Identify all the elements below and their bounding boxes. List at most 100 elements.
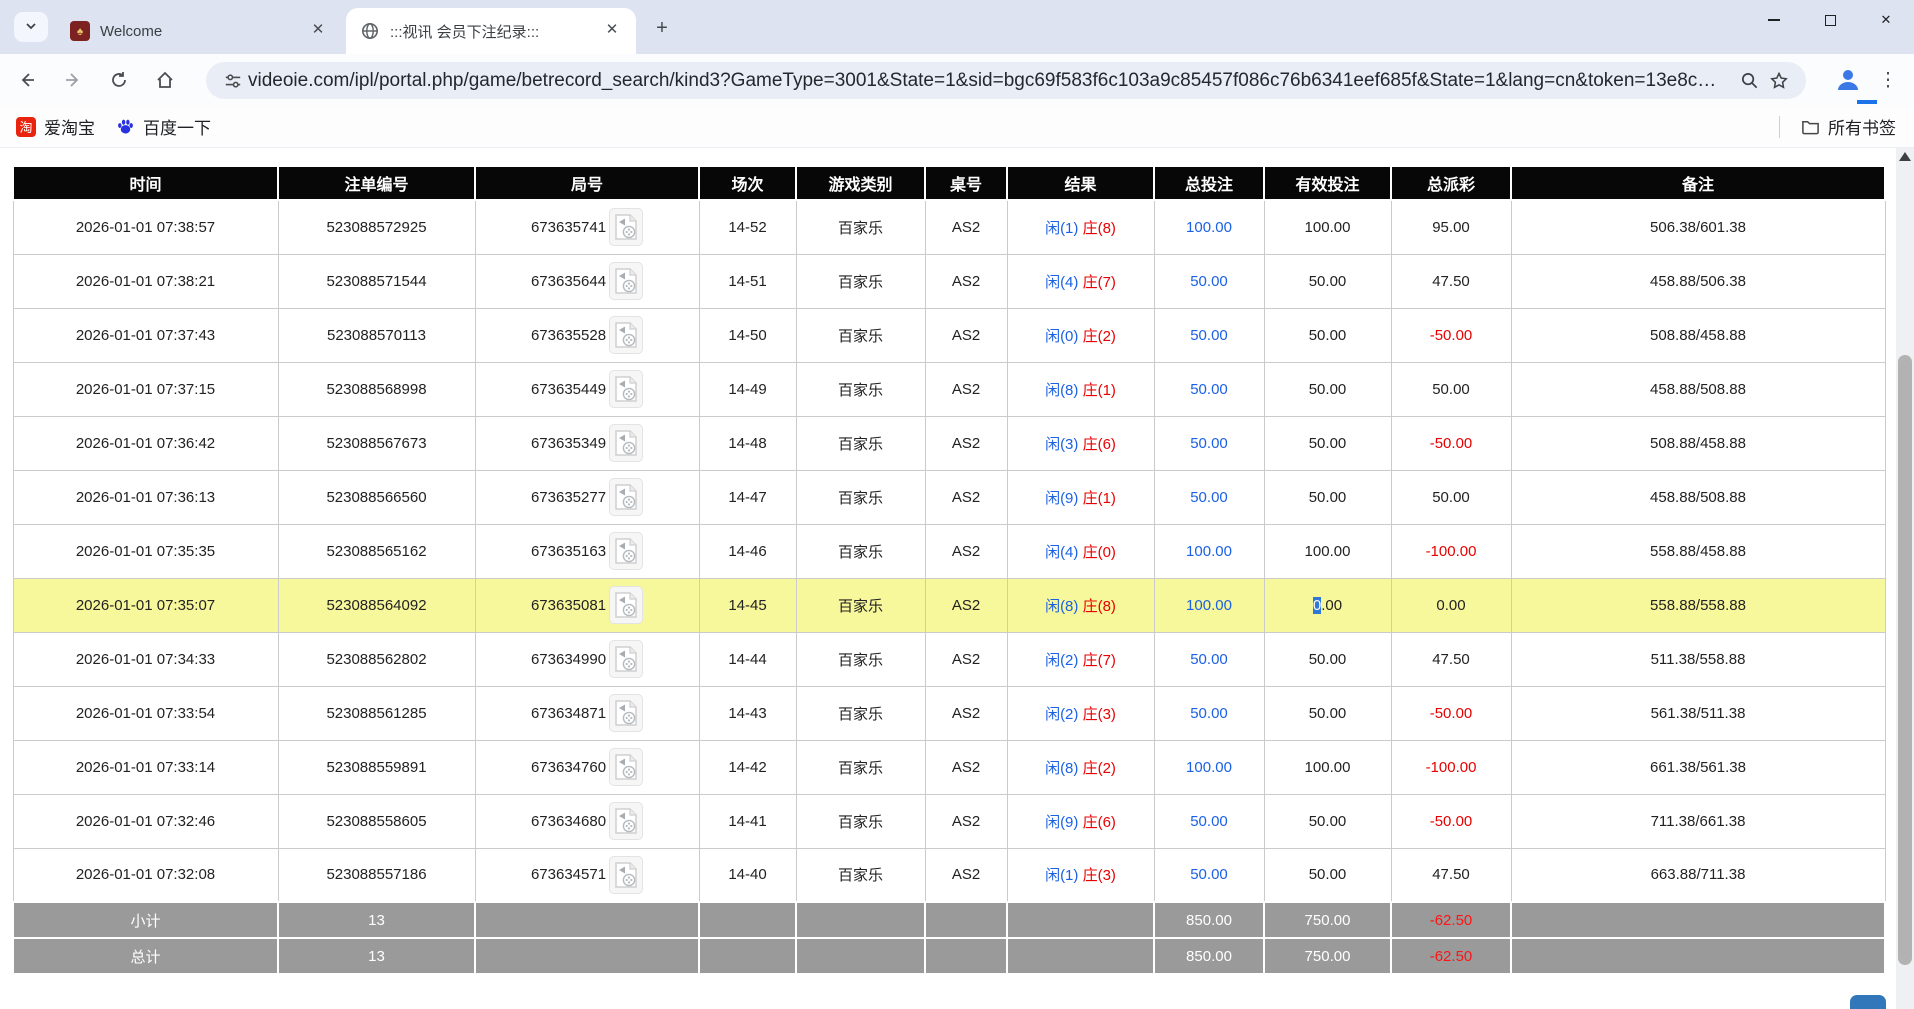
result-banker: 庄(7)	[1078, 274, 1116, 291]
bookmarks-bar: 淘 爱淘宝 百度一下 所有书签	[0, 106, 1914, 148]
cell-game-type: 百家乐	[796, 686, 925, 740]
bet-row[interactable]: 2026-01-01 07:38:21523088571544673635644…	[13, 254, 1885, 308]
video-replay-button[interactable]	[609, 370, 643, 408]
bet-row[interactable]: 2026-01-01 07:35:07523088564092673635081…	[13, 578, 1885, 632]
result-player: 闲(4)	[1045, 274, 1078, 291]
bet-row[interactable]: 2026-01-01 07:37:43523088570113673635528…	[13, 308, 1885, 362]
cell-time: 2026-01-01 07:36:42	[13, 416, 278, 470]
scroll-up-arrow-icon[interactable]	[1899, 152, 1911, 161]
bet-row[interactable]: 2026-01-01 07:33:14523088559891673634760…	[13, 740, 1885, 794]
cell-result: 闲(8) 庄(8)	[1007, 578, 1154, 632]
cell-table-no: AS2	[925, 200, 1007, 254]
cell-time: 2026-01-01 07:32:46	[13, 794, 278, 848]
close-icon[interactable]: ✕	[602, 21, 622, 41]
cell-time: 2026-01-01 07:36:13	[13, 470, 278, 524]
minimize-button[interactable]	[1746, 0, 1802, 40]
forward-button[interactable]	[54, 61, 92, 99]
cell-payout: -50.00	[1391, 794, 1511, 848]
bet-row[interactable]: 2026-01-01 07:34:33523088562802673634990…	[13, 632, 1885, 686]
reload-button[interactable]	[100, 61, 138, 99]
bet-row[interactable]: 2026-01-01 07:36:42523088567673673635349…	[13, 416, 1885, 470]
tab-welcome[interactable]: ♠ Welcome ✕	[56, 8, 342, 54]
video-replay-button[interactable]	[609, 802, 643, 840]
cell-payout: 0.00	[1391, 578, 1511, 632]
round-number: 673635277	[531, 489, 606, 506]
video-replay-button[interactable]	[609, 424, 643, 462]
new-tab-button[interactable]: +	[648, 14, 676, 42]
bet-row[interactable]: 2026-01-01 07:37:15523088568998673635449…	[13, 362, 1885, 416]
cell-session: 14-43	[699, 686, 796, 740]
scrollbar-thumb[interactable]	[1898, 355, 1912, 965]
video-replay-button[interactable]	[609, 586, 643, 624]
all-bookmarks-button[interactable]: 所有书签	[1790, 110, 1906, 143]
bet-row[interactable]: 2026-01-01 07:35:35523088565162673635163…	[13, 524, 1885, 578]
cell-session: 14-48	[699, 416, 796, 470]
cell-bet-id: 523088568998	[278, 362, 475, 416]
tab-bet-records[interactable]: :::视讯 会员下注纪录::: ✕	[346, 8, 636, 54]
divider	[1779, 116, 1780, 138]
cell-result: 闲(9) 庄(1)	[1007, 470, 1154, 524]
bet-row[interactable]: 2026-01-01 07:33:54523088561285673634871…	[13, 686, 1885, 740]
video-replay-button[interactable]	[609, 532, 643, 570]
back-to-top-button[interactable]	[1850, 995, 1886, 1009]
bet-row[interactable]: 2026-01-01 07:36:13523088566560673635277…	[13, 470, 1885, 524]
back-button[interactable]	[8, 61, 46, 99]
tab-title: :::视讯 会员下注纪录:::	[390, 21, 592, 42]
maximize-button[interactable]	[1802, 0, 1858, 40]
bookmark-taobao[interactable]: 淘 爱淘宝	[6, 110, 105, 143]
browser-menu-icon[interactable]: ⋮	[1872, 64, 1904, 96]
bet-row[interactable]: 2026-01-01 07:32:46523088558605673634680…	[13, 794, 1885, 848]
close-icon[interactable]: ✕	[308, 21, 328, 41]
cell-game-type: 百家乐	[796, 794, 925, 848]
bet-row[interactable]: 2026-01-01 07:38:57523088572925673635741…	[13, 200, 1885, 254]
result-banker: 庄(3)	[1078, 706, 1116, 723]
url-text[interactable]: videoie.com/ipl/portal.php/game/betrecor…	[248, 70, 1734, 92]
video-replay-button[interactable]	[609, 856, 643, 894]
totals-payout: -62.50	[1391, 938, 1511, 974]
round-number: 673634571	[531, 866, 606, 883]
video-replay-icon	[614, 483, 638, 511]
totals-empty	[475, 902, 699, 938]
video-replay-button[interactable]	[609, 694, 643, 732]
vertical-scrollbar[interactable]	[1896, 148, 1914, 1009]
selected-text: 0	[1313, 597, 1321, 614]
cell-total-bet: 50.00	[1154, 686, 1264, 740]
cell-time: 2026-01-01 07:34:33	[13, 632, 278, 686]
video-replay-button[interactable]	[609, 208, 643, 246]
cell-payout: 47.50	[1391, 848, 1511, 902]
url-bar[interactable]: videoie.com/ipl/portal.php/game/betrecor…	[206, 62, 1806, 99]
browser-toolbar: videoie.com/ipl/portal.php/game/betrecor…	[0, 54, 1914, 106]
video-replay-icon	[614, 429, 638, 457]
cell-session: 14-42	[699, 740, 796, 794]
result-player: 闲(2)	[1045, 652, 1078, 669]
video-replay-button[interactable]	[609, 262, 643, 300]
profile-avatar[interactable]	[1832, 64, 1864, 96]
cell-bet-id: 523088567673	[278, 416, 475, 470]
totals-empty	[796, 902, 925, 938]
bet-row[interactable]: 2026-01-01 07:32:08523088557186673634571…	[13, 848, 1885, 902]
video-replay-button[interactable]	[609, 478, 643, 516]
bookmark-baidu[interactable]: 百度一下	[105, 110, 221, 143]
cell-round-id: 673635081	[475, 578, 699, 632]
result-player: 闲(4)	[1045, 544, 1078, 561]
result-banker: 庄(2)	[1078, 760, 1116, 777]
tab-search-button[interactable]	[14, 12, 48, 42]
home-button[interactable]	[146, 61, 184, 99]
video-replay-icon	[614, 591, 638, 619]
site-settings-icon[interactable]	[218, 66, 248, 96]
zoom-icon[interactable]	[1734, 66, 1764, 96]
video-replay-button[interactable]	[609, 316, 643, 354]
result-player: 闲(9)	[1045, 490, 1078, 507]
cell-bet-id: 523088572925	[278, 200, 475, 254]
cell-round-id: 673634871	[475, 686, 699, 740]
cell-bet-id: 523088570113	[278, 308, 475, 362]
tab-title: Welcome	[100, 23, 298, 40]
cell-total-bet: 50.00	[1154, 470, 1264, 524]
bookmark-star-icon[interactable]	[1764, 66, 1794, 96]
tab-strip: ♠ Welcome ✕ :::视讯 会员下注纪录::: ✕ + ✕	[0, 0, 1914, 54]
cell-table-no: AS2	[925, 848, 1007, 902]
cell-session: 14-41	[699, 794, 796, 848]
video-replay-button[interactable]	[609, 748, 643, 786]
window-close-button[interactable]: ✕	[1858, 0, 1914, 40]
video-replay-button[interactable]	[609, 640, 643, 678]
